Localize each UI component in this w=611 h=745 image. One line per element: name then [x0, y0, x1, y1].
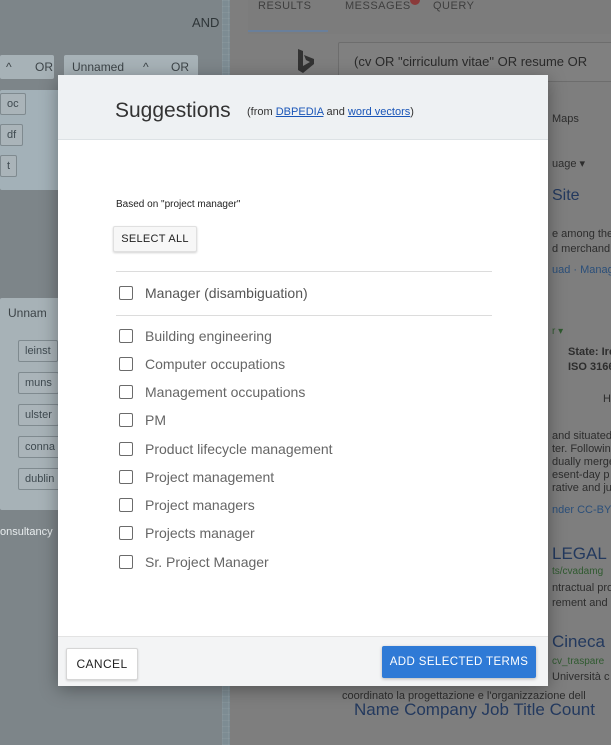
result-snippet: ter. Followin	[552, 443, 611, 455]
result-title[interactable]: Site	[552, 187, 580, 205]
consultancy-label: onsultancy	[0, 526, 53, 538]
bing-logo-icon	[298, 49, 314, 73]
dialog-subtitle: (from DBPEDIA and word vectors)	[247, 106, 414, 118]
result-snippet: Università c	[552, 671, 610, 683]
result-snippet: e among the	[552, 228, 611, 240]
result-snippet: esent-day p	[552, 469, 610, 481]
dialog-title: Suggestions	[115, 99, 231, 122]
divider	[116, 271, 492, 272]
tab-messages[interactable]: MESSAGES	[345, 0, 411, 12]
dbpedia-link[interactable]: DBPEDIA	[276, 106, 324, 118]
result-snippet: and situated	[552, 430, 611, 442]
suggestions-dialog: Suggestions (from DBPEDIA and word vecto…	[58, 75, 548, 686]
option-label: PM	[145, 412, 166, 428]
result-snippet: d merchand	[552, 243, 611, 255]
option-pm[interactable]: PM	[119, 410, 166, 430]
tab-results[interactable]: RESULTS	[258, 0, 311, 12]
option-building-engineering[interactable]: Building engineering	[119, 326, 272, 346]
or-label: OR	[35, 60, 53, 74]
option-sr-project-manager[interactable]: Sr. Project Manager	[119, 552, 269, 572]
option-label: Management occupations	[145, 384, 306, 400]
tab-query[interactable]: QUERY	[433, 0, 474, 12]
option-label: Project management	[145, 469, 275, 485]
dialog-header: Suggestions (from DBPEDIA and word vecto…	[58, 75, 548, 140]
checkbox[interactable]	[119, 385, 133, 399]
result-link[interactable]: uad · Manag	[552, 264, 611, 276]
result-snippet: rement and	[552, 597, 608, 609]
result-marker: r ▾	[552, 326, 564, 337]
term-chip: leinst	[18, 340, 58, 362]
result-title[interactable]: Cineca	[552, 632, 605, 652]
option-label: Manager (disambiguation)	[145, 285, 308, 301]
add-selected-terms-button[interactable]: ADD SELECTED TERMS	[382, 646, 536, 678]
license-link[interactable]: nder CC-BY	[552, 504, 611, 516]
option-label: Computer occupations	[145, 356, 286, 372]
term-chip: dublin	[18, 468, 62, 490]
option-label: Projects manager	[145, 525, 255, 541]
dialog-footer: CANCEL ADD SELECTED TERMS	[58, 636, 548, 686]
option-project-management[interactable]: Project management	[119, 467, 274, 487]
unnamed-group-label: Unnamed	[72, 60, 125, 74]
option-management-occupations[interactable]: Management occupations	[119, 382, 305, 402]
chevron-up-icon: ^	[6, 60, 12, 74]
divider	[116, 315, 492, 316]
result-snippet: State: Irela	[568, 346, 611, 358]
option-projects-manager[interactable]: Projects manager	[119, 523, 255, 543]
checkbox[interactable]	[119, 286, 133, 300]
subtitle-prefix: (from	[247, 106, 276, 118]
option-label: Product lifecycle management	[145, 441, 333, 457]
term-chip: conna	[18, 436, 62, 458]
subtitle-and: and	[323, 106, 348, 118]
result-url: cv_traspare	[552, 656, 605, 667]
checkbox[interactable]	[119, 555, 133, 569]
option-manager-disambiguation[interactable]: Manager (disambiguation)	[119, 283, 308, 303]
and-label: AND	[192, 15, 220, 30]
cancel-button[interactable]: CANCEL	[66, 648, 138, 680]
checkbox[interactable]	[119, 442, 133, 456]
or-label: OR	[171, 60, 189, 74]
checkbox[interactable]	[119, 357, 133, 371]
chevron-up-icon: ^	[143, 60, 149, 74]
subtitle-suffix: )	[410, 106, 414, 118]
result-snippet: H	[603, 393, 611, 405]
based-on-label: Based on "project manager"	[116, 199, 241, 210]
option-label: Sr. Project Manager	[145, 554, 269, 570]
option-computer-occupations[interactable]: Computer occupations	[119, 354, 285, 374]
checkbox[interactable]	[119, 413, 133, 427]
option-label: Building engineering	[145, 328, 272, 344]
unnamed-card-label: Unnam	[8, 306, 47, 320]
checkbox[interactable]	[119, 498, 133, 512]
word-vectors-link[interactable]: word vectors	[348, 106, 410, 118]
option-product-lifecycle-management[interactable]: Product lifecycle management	[119, 439, 333, 459]
result-snippet: ISO 3166 c	[568, 361, 611, 373]
search-query: (cv OR "cirriculum vitae" OR resume OR	[354, 54, 588, 69]
result-title[interactable]: LEGAL T	[552, 544, 611, 564]
result-url: ts/cvadamg	[552, 566, 604, 577]
checkbox[interactable]	[119, 470, 133, 484]
checkbox[interactable]	[119, 526, 133, 540]
term-chip: muns	[18, 372, 59, 394]
result-snippet: ntractual pro	[552, 582, 611, 594]
language-filter[interactable]: uage ▾	[552, 157, 585, 170]
maps-tab[interactable]: Maps	[552, 113, 579, 125]
term-chip: ulster	[18, 404, 59, 426]
option-label: Project managers	[145, 497, 255, 513]
select-all-button[interactable]: SELECT ALL	[113, 226, 197, 252]
term-chip: t	[0, 155, 18, 177]
checkbox[interactable]	[119, 329, 133, 343]
result-title[interactable]: Name Company Job Title Count	[354, 700, 595, 720]
result-snippet: dually merge	[552, 456, 611, 468]
term-chip: df	[0, 124, 24, 146]
result-snippet: rative and ju	[552, 482, 611, 494]
option-project-managers[interactable]: Project managers	[119, 495, 255, 515]
active-tab-indicator	[248, 30, 328, 32]
term-chip: oc	[0, 93, 26, 115]
